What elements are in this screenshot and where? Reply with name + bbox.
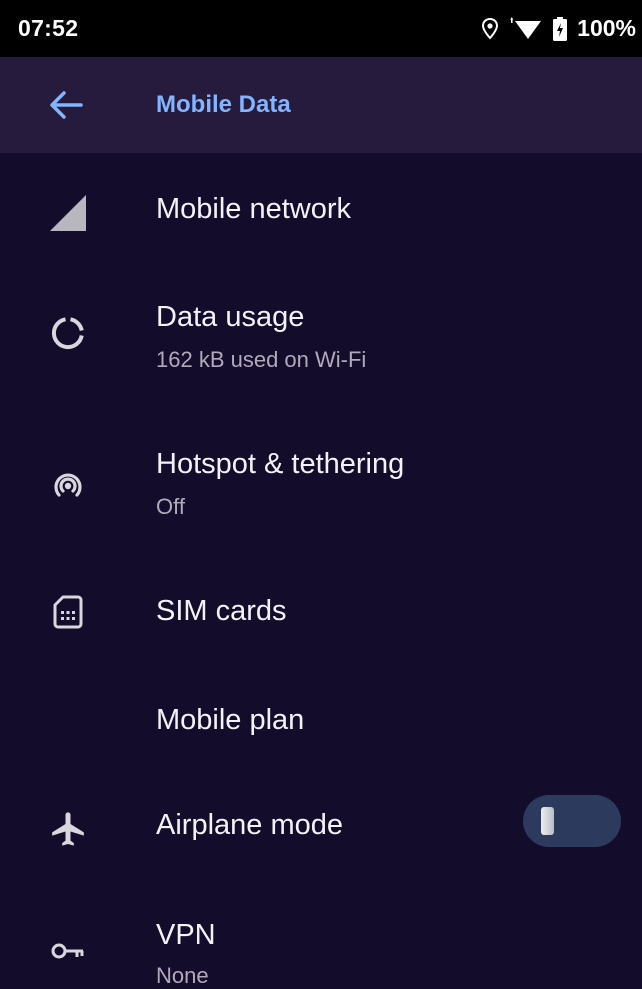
airplane-mode-toggle[interactable]: [523, 795, 621, 847]
mobile-network-title: Mobile network: [156, 193, 352, 225]
page-title: Mobile Data: [156, 91, 291, 118]
wifi-icon: [509, 16, 543, 41]
status-time: 07:52: [18, 15, 79, 41]
data-usage-icon: [46, 311, 90, 355]
mobile-plan-title: Mobile plan: [156, 704, 305, 736]
back-button[interactable]: [46, 87, 86, 123]
data-usage-subtitle: 162 kB used on Wi-Fi: [156, 347, 367, 372]
vpn-title: VPN: [156, 919, 216, 951]
sim-cards-item[interactable]: SIM cards: [0, 553, 642, 668]
status-bar: 07:52 100%: [0, 0, 642, 57]
airplane-icon: [46, 807, 90, 851]
mobile-plan-item[interactable]: Mobile plan: [0, 668, 642, 773]
hotspot-subtitle: Off: [156, 494, 185, 519]
airplane-mode-title: Airplane mode: [156, 809, 343, 841]
battery-percent: 100%: [577, 15, 636, 41]
vpn-item[interactable]: VPN None: [0, 883, 642, 988]
location-icon: [481, 17, 499, 40]
app-bar: Mobile Data: [0, 57, 642, 153]
hotspot-title: Hotspot & tethering: [156, 448, 405, 480]
signal-icon: [46, 191, 90, 235]
toggle-thumb: [541, 807, 554, 835]
data-usage-item[interactable]: Data usage 162 kB used on Wi-Fi: [0, 263, 642, 398]
status-icons: 100%: [481, 15, 636, 42]
back-arrow-icon: [50, 91, 83, 119]
data-usage-title: Data usage: [156, 301, 305, 333]
battery-icon: [553, 16, 568, 41]
airplane-mode-item[interactable]: Airplane mode: [0, 773, 642, 883]
vpn-key-icon: [46, 929, 90, 973]
sim-card-icon: [46, 590, 90, 634]
mobile-network-item[interactable]: Mobile network: [0, 153, 642, 263]
hotspot-item[interactable]: Hotspot & tethering Off: [0, 418, 642, 553]
hotspot-icon: [46, 464, 90, 508]
vpn-subtitle: None: [156, 963, 209, 988]
sim-cards-title: SIM cards: [156, 595, 287, 627]
